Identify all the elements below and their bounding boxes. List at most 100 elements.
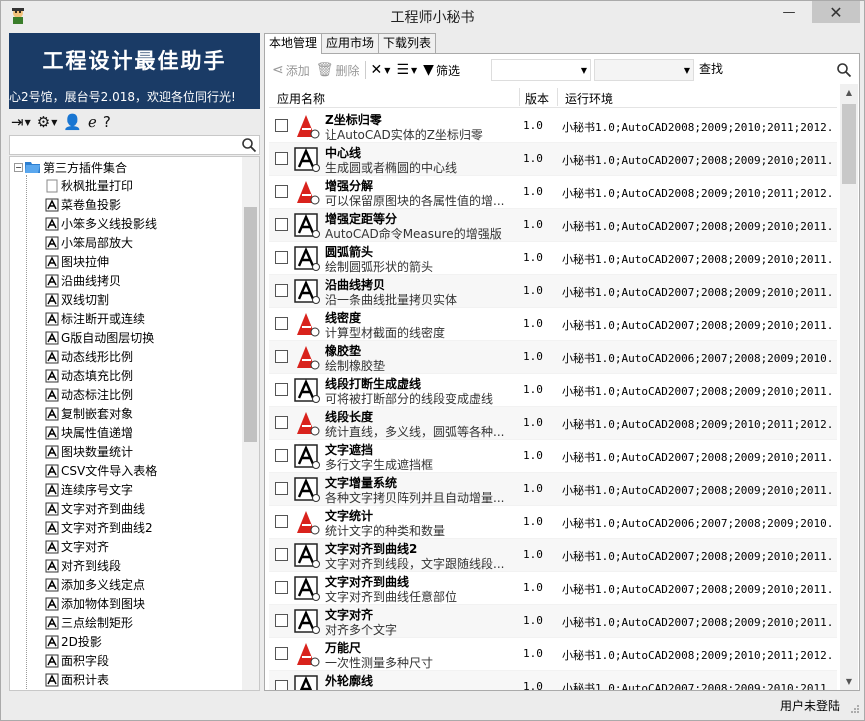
tree-scrollbar[interactable] [242, 157, 259, 690]
tree-item[interactable]: 图块拉伸 [45, 252, 157, 271]
plugin-tree[interactable]: − 第三方插件集合 秋枫批量打印 菜卷鱼投影 小笨多义线投影线 小笨局部放大 图块拉伸沿… [9, 156, 260, 691]
table-row[interactable]: 线段长度 统计直线，多义线，圆弧等各种... 1.0 小秘书1.0;AutoCAD20… [269, 407, 837, 440]
tree-item[interactable]: ... [45, 689, 157, 690]
column-divider[interactable] [557, 88, 558, 106]
table-row[interactable]: 沿曲线拷贝 沿一条曲线批量拷贝实体 1.0 小秘书1.0;AutoCAD2007;20… [269, 275, 837, 308]
table-row[interactable]: 线密度 计算型材截面的线密度 1.0 小秘书1.0;AutoCAD2007;2008;… [269, 308, 837, 341]
row-checkbox[interactable] [275, 548, 288, 561]
column-divider[interactable] [519, 88, 520, 106]
filter-value-select[interactable]: ▼ [594, 59, 694, 81]
row-checkbox[interactable] [275, 251, 288, 264]
tree-item[interactable]: 文字对齐到曲线2 [45, 518, 157, 537]
tree-item[interactable]: 动态标注比例 [45, 385, 157, 404]
tree-item[interactable]: 双线切割 [45, 290, 157, 309]
tab-market[interactable]: 应用市场 [321, 33, 380, 53]
login-button[interactable]: ⇥ ▼ [9, 112, 33, 132]
tab-local[interactable]: 本地管理 [264, 33, 323, 54]
tree-item[interactable]: 动态线形比例 [45, 347, 157, 366]
table-row[interactable]: 外轮廓线 1.0 小秘书1.0;AutoCAD2007;2008;2009;2010… [269, 671, 837, 690]
add-button[interactable]: ⋖ 添加 [269, 59, 313, 81]
table-row[interactable]: 文字对齐到曲线 文字对齐到曲线任意部位 1.0 小秘书1.0;AutoCAD2007;… [269, 572, 837, 605]
row-checkbox[interactable] [275, 581, 288, 594]
app-list-scrollbar[interactable]: ▲ ▼ [840, 84, 858, 690]
tree-scroll-thumb[interactable] [244, 207, 257, 442]
table-row[interactable]: 文字遮挡 多行文字生成遮挡框 1.0 小秘书1.0;AutoCAD2007;2008;… [269, 440, 837, 473]
tree-item[interactable]: 添加物体到图块 [45, 594, 157, 613]
tree-item[interactable]: 小笨局部放大 [45, 233, 157, 252]
app-search-input[interactable] [729, 59, 854, 81]
table-row[interactable]: 文字统计 统计文字的种类和数量 1.0 小秘书1.0;AutoCAD2006;2007… [269, 506, 837, 539]
table-row[interactable]: 增强分解 可以保留原图块的各属性值的增... 1.0 小秘书1.0;AutoCAD20… [269, 176, 837, 209]
filter-category-select[interactable]: ▼ [491, 59, 591, 81]
tab-downloads[interactable]: 下载列表 [378, 33, 437, 53]
row-checkbox[interactable] [275, 482, 288, 495]
tree-item[interactable]: 三点绘制矩形 [45, 613, 157, 632]
row-checkbox[interactable] [275, 218, 288, 231]
scroll-down-icon[interactable]: ▼ [840, 673, 858, 690]
row-checkbox[interactable] [275, 284, 288, 297]
minimize-button[interactable]: — [774, 1, 804, 23]
resize-grip-icon[interactable] [850, 704, 860, 714]
row-checkbox[interactable] [275, 350, 288, 363]
tools-dropdown[interactable]: ✕ ▼ [368, 59, 394, 81]
app-list-scroll-thumb[interactable] [842, 104, 856, 184]
tree-search-input[interactable] [9, 135, 260, 155]
row-checkbox[interactable] [275, 383, 288, 396]
tree-item[interactable]: 复制嵌套对象 [45, 404, 157, 423]
row-checkbox[interactable] [275, 614, 288, 627]
row-checkbox[interactable] [275, 515, 288, 528]
tree-item[interactable]: G版自动图层切换 [45, 328, 157, 347]
tree-item[interactable]: 图块数量统计 [45, 442, 157, 461]
tree-root-node[interactable]: − 第三方插件集合 [14, 158, 127, 176]
title-bar[interactable]: 工程师小秘书 — ✕ [1, 1, 864, 31]
table-row[interactable]: 增强定距等分 AutoCAD命令Measure的增强版 1.0 小秘书1.0;Auto… [269, 209, 837, 242]
column-version-header[interactable]: 版本 [525, 90, 549, 107]
row-checkbox[interactable] [275, 680, 288, 690]
tree-item[interactable]: 对齐到线段 [45, 556, 157, 575]
row-checkbox[interactable] [275, 119, 288, 132]
settings-button[interactable]: ⚙ ▼ [35, 112, 60, 132]
tree-item[interactable]: 面积字段 [45, 651, 157, 670]
collapse-icon[interactable]: − [14, 162, 23, 172]
tree-item[interactable]: 添加多义线定点 [45, 575, 157, 594]
row-checkbox[interactable] [275, 152, 288, 165]
tree-item[interactable]: 2D投影 [45, 632, 157, 651]
table-row[interactable]: 文字增量系统 各种文字拷贝阵列并且自动增量... 1.0 小秘书1.0;AutoCAD… [269, 473, 837, 506]
delete-button[interactable]: 🗑 删除 [313, 59, 363, 81]
table-row[interactable]: 中心线 生成圆或者椭圆的中心线 1.0 小秘书1.0;AutoCAD2007;2008… [269, 143, 837, 176]
row-checkbox[interactable] [275, 317, 288, 330]
view-list-dropdown[interactable]: ☰ ▼ [393, 59, 420, 81]
help-button[interactable]: ? [101, 112, 113, 132]
table-row[interactable]: 橡胶垫 绘制橡胶垫 1.0 小秘书1.0;AutoCAD2006;2007;2008;… [269, 341, 837, 374]
search-icon[interactable] [836, 62, 852, 78]
browser-button[interactable]: ℯ [86, 112, 99, 132]
tree-item[interactable]: 秋枫批量打印 [45, 176, 157, 195]
filter-button[interactable]: ▼ 筛选 [420, 59, 463, 81]
tree-item[interactable]: 文字对齐到曲线 [45, 499, 157, 518]
table-row[interactable]: 文字对齐 对齐多个文字 1.0 小秘书1.0;AutoCAD2007;2008;200… [269, 605, 837, 638]
row-checkbox[interactable] [275, 449, 288, 462]
table-row[interactable]: 文字对齐到曲线2 文字对齐到线段，文字跟随线段... 1.0 小秘书1.0;AutoC… [269, 539, 837, 572]
tree-item[interactable]: 面积计表 [45, 670, 157, 689]
tree-item[interactable]: 小笨多义线投影线 [45, 214, 157, 233]
close-button[interactable]: ✕ [812, 1, 860, 23]
table-row[interactable]: 万能尺 一次性测量多种尺寸 1.0 小秘书1.0;AutoCAD2008;2009;2… [269, 638, 837, 671]
tree-item[interactable]: 动态填充比例 [45, 366, 157, 385]
scroll-up-icon[interactable]: ▲ [840, 84, 858, 101]
table-row[interactable]: 线段打断生成虚线 可将被打断部分的线段变成虚线 1.0 小秘书1.0;AutoCAD2… [269, 374, 837, 407]
search-icon[interactable] [241, 137, 257, 153]
table-row[interactable]: Z坐标归零 让AutoCAD实体的Z坐标归零 1.0 小秘书1.0;AutoCAD20… [269, 110, 837, 143]
row-checkbox[interactable] [275, 416, 288, 429]
login-status[interactable]: 用户未登陆 [780, 697, 840, 714]
tree-item[interactable]: 沿曲线拷贝 [45, 271, 157, 290]
tree-item[interactable]: 连续序号文字 [45, 480, 157, 499]
tree-item[interactable]: 菜卷鱼投影 [45, 195, 157, 214]
column-name-header[interactable]: 应用名称 [277, 90, 325, 107]
user-button[interactable]: 👤 [61, 112, 84, 132]
table-row[interactable]: 圆弧箭头 绘制圆弧形状的箭头 1.0 小秘书1.0;AutoCAD2007;2008;… [269, 242, 837, 275]
tree-item[interactable]: 标注断开或连续 [45, 309, 157, 328]
column-env-header[interactable]: 运行环境 [565, 90, 613, 107]
row-checkbox[interactable] [275, 647, 288, 660]
row-checkbox[interactable] [275, 185, 288, 198]
tree-item[interactable]: 文字对齐 [45, 537, 157, 556]
